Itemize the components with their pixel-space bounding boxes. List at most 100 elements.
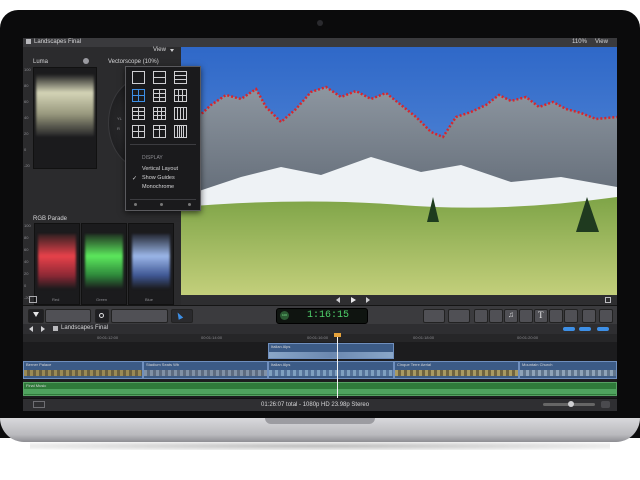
layout-quad-icon[interactable] — [132, 89, 145, 102]
zoom-slider-thumb[interactable] — [568, 401, 574, 407]
playhead[interactable] — [337, 334, 338, 398]
timeline-ruler[interactable]: 00:01:12:00 00:01:14:00 00:01:16:00 00:0… — [23, 334, 617, 342]
forward-arrow-icon[interactable] — [41, 326, 45, 332]
retime-button[interactable] — [448, 309, 470, 323]
ruler-tick: 00:01:18:00 — [413, 335, 435, 340]
green-label: Green — [96, 297, 108, 302]
next-frame-icon[interactable] — [366, 297, 370, 303]
red-label: Red — [52, 297, 60, 302]
laptop-shadow — [30, 442, 610, 450]
transitions-button[interactable] — [582, 309, 596, 323]
blue-label: Blue — [145, 297, 154, 302]
key-icon — [99, 313, 104, 318]
download-icon — [33, 312, 39, 317]
clip[interactable]: Berner Palace — [23, 361, 143, 379]
view-menu[interactable]: DISPLAY Vertical Layout ✓ Show Guides Mo… — [125, 66, 201, 211]
timeline-film-icon — [53, 326, 58, 331]
audio-skimming-toggle[interactable] — [563, 327, 575, 331]
inspector-button[interactable] — [474, 309, 488, 323]
view-menu-button[interactable]: View — [153, 47, 166, 53]
blue-channel-scope — [128, 223, 174, 305]
snapping-toggle[interactable] — [597, 327, 609, 331]
keyword-button[interactable] — [95, 309, 109, 323]
menu-dot-icon — [134, 203, 137, 206]
edit-buttons[interactable] — [111, 309, 168, 323]
themes-button[interactable] — [564, 309, 578, 323]
viewer-image — [181, 47, 617, 295]
back-arrow-icon[interactable] — [29, 326, 33, 332]
status-bar: 01:26:07 total - 1080p HD 23.98p Stereo — [23, 398, 617, 411]
audio-clip[interactable]: Final Music — [23, 382, 617, 396]
photos-button[interactable] — [519, 309, 533, 323]
viewer — [181, 47, 617, 295]
gear-icon[interactable] — [83, 58, 89, 64]
menu-item-vertical-layout[interactable]: Vertical Layout — [142, 166, 178, 172]
solo-toggle[interactable] — [579, 327, 591, 331]
clip[interactable]: Cinque Terre Aerial — [394, 361, 519, 379]
laptop-notch — [265, 418, 375, 424]
connected-clip[interactable]: Italian Alps — [268, 343, 394, 359]
camera-button[interactable] — [489, 309, 503, 323]
layout-grid-d-icon[interactable] — [153, 107, 166, 120]
layout-two-row-icon[interactable] — [153, 71, 166, 84]
menu-dot-icon — [160, 203, 163, 206]
clip[interactable]: Stadium Seats Wb — [143, 361, 268, 379]
luma-scope — [33, 67, 97, 169]
music-note-icon: ♫ — [508, 310, 514, 319]
enhance-button[interactable] — [423, 309, 445, 323]
luma-title: Luma — [33, 59, 49, 65]
timecode-value: 1:16:15 — [307, 310, 350, 321]
layout-grid-a-icon[interactable] — [153, 89, 166, 102]
title-t-icon: T — [538, 310, 544, 320]
timeline-header: Landscapes Final — [23, 324, 617, 334]
layout-grid-b-icon[interactable] — [174, 89, 187, 102]
green-channel-scope — [81, 223, 127, 305]
timecode-display[interactable]: 100 1:16:15 — [276, 308, 368, 324]
library-buttons[interactable] — [45, 309, 91, 323]
previous-frame-icon[interactable] — [336, 297, 340, 303]
arrow-pointer-icon — [175, 311, 184, 320]
layout-single-icon[interactable] — [132, 71, 145, 84]
ruler-tick: 00:01:14:00 — [201, 335, 223, 340]
menu-item-show-guides[interactable]: Show Guides — [142, 175, 175, 181]
layout-three-row-icon[interactable] — [174, 71, 187, 84]
clip-appearance-button[interactable] — [601, 401, 610, 408]
layout-grid-e-icon[interactable] — [132, 125, 145, 138]
camera-icon — [317, 20, 323, 26]
zoom-level[interactable]: 110% — [572, 39, 587, 45]
rgb-parade-title: RGB Parade — [33, 216, 68, 222]
clip[interactable]: Italian Alps — [268, 361, 394, 379]
timeline-tracks: Italian Alps Berner Palace Stadium Seats… — [23, 333, 617, 398]
viewer-controls — [181, 295, 617, 305]
viewer-view-button[interactable]: View — [595, 39, 608, 45]
layout-columns-icon[interactable] — [174, 107, 187, 120]
select-tool-button[interactable] — [171, 309, 193, 323]
luma-waveform — [36, 74, 94, 136]
crop-icon[interactable] — [29, 296, 37, 303]
display-section-label: DISPLAY — [142, 155, 163, 161]
red-channel-scope — [34, 223, 80, 305]
index-button[interactable] — [33, 401, 45, 408]
share-button[interactable] — [599, 309, 613, 323]
play-icon[interactable] — [351, 297, 356, 303]
menu-divider — [130, 199, 196, 200]
checkmark-icon: ✓ — [132, 176, 138, 182]
timeline-title: Landscapes Final — [61, 325, 109, 331]
menu-item-monochrome[interactable]: Monochrome — [142, 184, 174, 190]
playhead-handle[interactable] — [334, 333, 341, 337]
menu-divider — [130, 144, 196, 145]
vectorscope-title: Vectorscope (10%) — [108, 59, 159, 65]
import-button[interactable] — [28, 309, 44, 323]
layout-grid-c-icon[interactable] — [132, 107, 145, 120]
clip[interactable]: Mountain Church — [519, 361, 617, 379]
titles-button[interactable]: T — [534, 309, 548, 323]
music-button[interactable]: ♫ — [504, 309, 518, 323]
layout-fine-columns-icon[interactable] — [174, 125, 187, 138]
ruler-tick: 00:01:16:00 — [307, 335, 329, 340]
layout-grid-f-icon[interactable] — [153, 125, 166, 138]
project-title: Landscapes Final — [34, 39, 82, 45]
fullscreen-icon[interactable] — [605, 297, 611, 303]
film-icon — [26, 39, 31, 44]
luma-ticks: 100 80 60 40 20 0 -20 — [24, 67, 31, 168]
generators-button[interactable] — [549, 309, 563, 323]
